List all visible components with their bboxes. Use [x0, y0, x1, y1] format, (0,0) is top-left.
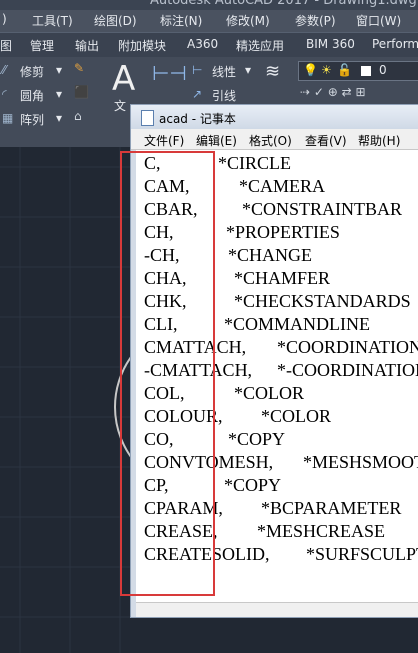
fillet-label[interactable]: 圆角: [20, 87, 44, 104]
tab-featured-apps[interactable]: 精选应用: [236, 37, 284, 54]
linear-icon[interactable]: ⊢: [192, 63, 202, 77]
notepad-title: acad - 记事本: [159, 112, 236, 126]
command-name: *PROPERTIES: [226, 222, 340, 242]
app-menu-bar: ) 工具(T) 绘图(D) 标注(N) 修改(M) 参数(P) 窗口(W): [0, 10, 418, 32]
menu-item-parametric[interactable]: 参数(P): [295, 12, 336, 29]
command-name: *BCPARAMETER: [261, 498, 402, 518]
tab-manage[interactable]: 管理: [30, 37, 54, 54]
menu-item-partial[interactable]: ): [2, 12, 7, 26]
notepad-menu-bar: 文件(F) 编辑(E) 格式(O) 查看(V) 帮助(H): [131, 129, 418, 150]
command-name: *COLOR: [234, 383, 305, 403]
fillet-icon[interactable]: ◜: [2, 87, 7, 101]
lightbulb-icon: 💡: [303, 63, 318, 77]
app-title: Autodesk AutoCAD 2017 - Drawing1.dwg: [150, 0, 417, 8]
command-name: *CONSTRAINTBAR: [242, 199, 403, 219]
command-name: *MESHCREASE: [257, 521, 386, 541]
eraser-icon[interactable]: ⬛: [74, 85, 89, 99]
chevron-down-icon[interactable]: ▾: [56, 111, 62, 125]
menu-item-dimension[interactable]: 标注(N): [160, 12, 202, 29]
lock-icon: 🔓: [337, 63, 352, 77]
layer-dropdown[interactable]: 💡 ☀ 🔓 0: [298, 61, 418, 81]
leader-label[interactable]: 引线: [212, 87, 236, 104]
chevron-down-icon[interactable]: ▾: [245, 63, 251, 77]
ribbon-tab-bar: 图 管理 输出 附加模块 A360 精选应用 BIM 360 Perform: [0, 32, 418, 58]
text-label[interactable]: 文: [114, 97, 126, 114]
menu-item-tools[interactable]: 工具(T): [32, 12, 73, 29]
command-name: *CHECKSTANDARDS: [234, 291, 411, 311]
trim-label[interactable]: 修剪: [20, 63, 44, 80]
text-a-icon[interactable]: A: [112, 59, 135, 99]
array-label[interactable]: 阵列: [20, 111, 44, 128]
command-name: *CIRCLE: [218, 153, 292, 173]
color-swatch: [361, 66, 371, 76]
trim-icon[interactable]: ⁄⁄: [2, 63, 6, 77]
menu-item-draw[interactable]: 绘图(D): [94, 12, 137, 29]
notepad-menu-view[interactable]: 查看(V): [305, 132, 347, 149]
layer-tools-icons[interactable]: ⇢ ✓ ⊕ ⇄ ⊞: [300, 85, 366, 99]
menu-item-modify[interactable]: 修改(M): [226, 12, 270, 29]
layers-icon[interactable]: ≋: [265, 61, 280, 82]
dimension-icon[interactable]: ⊢⊣: [152, 61, 187, 85]
leader-icon[interactable]: ↗: [192, 87, 202, 101]
sun-icon: ☀: [321, 63, 332, 77]
notepad-status-bar: [136, 602, 418, 617]
notepad-menu-edit[interactable]: 编辑(E): [196, 132, 237, 149]
command-name: *COLOR: [261, 406, 332, 426]
tab-performance[interactable]: Perform: [372, 37, 418, 51]
command-name: *CAMERA: [239, 176, 326, 196]
tab-output[interactable]: 输出: [75, 37, 99, 54]
command-name: *SURFSCULPT: [306, 544, 418, 564]
notepad-menu-help[interactable]: 帮助(H): [358, 132, 400, 149]
command-name: *CHANGE: [228, 245, 312, 265]
command-name: *-COORDINATIONMODELATTACH: [277, 360, 418, 380]
command-name: *MESHSMOOTH: [303, 452, 418, 472]
highlight-box: [120, 151, 215, 596]
command-name: *COPY: [224, 475, 282, 495]
explode-icon[interactable]: ⌂: [74, 109, 82, 123]
notepad-title-bar[interactable]: acad - 记事本: [131, 105, 418, 129]
brush-icon[interactable]: ✎: [74, 61, 84, 75]
command-name: *COMMANDLINE: [224, 314, 370, 334]
linear-label[interactable]: 线性: [212, 63, 236, 80]
command-name: *CHAMFER: [234, 268, 331, 288]
notepad-menu-file[interactable]: 文件(F): [144, 132, 184, 149]
menu-item-window[interactable]: 窗口(W): [356, 12, 401, 29]
command-name: *COPY: [228, 429, 286, 449]
notepad-icon: [141, 110, 154, 126]
notepad-menu-format[interactable]: 格式(O): [249, 132, 292, 149]
tab-a360[interactable]: A360: [187, 37, 218, 51]
app-title-bar: Autodesk AutoCAD 2017 - Drawing1.dwg: [0, 0, 418, 10]
tab-addins[interactable]: 附加模块: [118, 37, 166, 54]
tab-bim360[interactable]: BIM 360: [306, 37, 355, 51]
chevron-down-icon[interactable]: ▾: [56, 87, 62, 101]
tab-partial[interactable]: 图: [0, 37, 12, 54]
array-icon[interactable]: ▦: [2, 111, 13, 125]
chevron-down-icon[interactable]: ▾: [56, 63, 62, 77]
command-name: *COORDINATIONMODELATTACH: [277, 337, 418, 357]
layer-value: 0: [379, 63, 387, 77]
